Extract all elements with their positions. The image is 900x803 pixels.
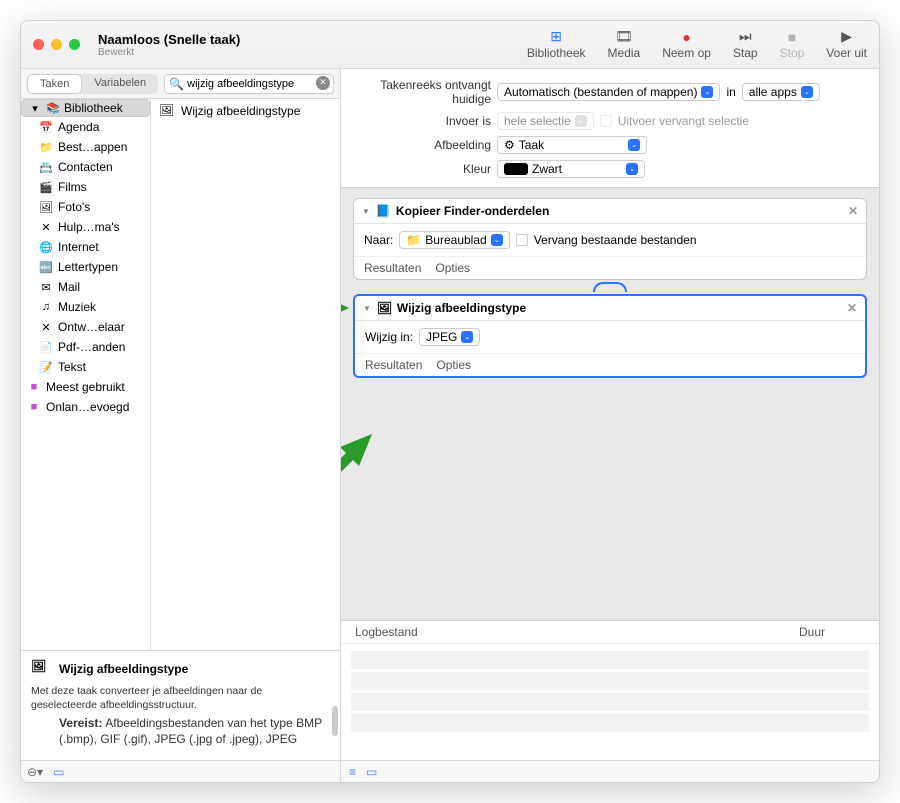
zoom-window[interactable]: [69, 39, 80, 50]
image-select[interactable]: ⚙ Taak⌄: [497, 136, 647, 154]
lib-mail[interactable]: ✉Mail: [21, 277, 150, 297]
tab-segment[interactable]: Taken Variabelen: [27, 74, 158, 94]
replace-checkbox[interactable]: [516, 234, 528, 246]
left-footer: ⊖▾ ▭: [21, 760, 340, 782]
toolbar-library[interactable]: ⊞Bibliotheek: [527, 30, 586, 60]
disclosure-icon[interactable]: ▼: [363, 304, 371, 313]
window-controls: [33, 39, 80, 50]
left-panel: Taken Variabelen 🔍 ✕ ▾📚Bibliotheek 📅Agen…: [21, 69, 341, 782]
workflow-canvas[interactable]: ▼📘Kopieer Finder-onderdelen✕ Naar: 📁 Bur…: [341, 188, 879, 620]
gear-icon[interactable]: ⊖▾: [27, 765, 43, 779]
window-subtitle: Bewerkt: [98, 47, 240, 58]
lib-pdf[interactable]: 📄Pdf-…anden: [21, 337, 150, 357]
workflow-panel: Takenreeks ontvangt huidige Automatisch …: [341, 69, 879, 782]
list-view-icon[interactable]: ≡: [349, 765, 356, 779]
scrollbar[interactable]: [332, 706, 338, 736]
minimize-window[interactable]: [51, 39, 62, 50]
tab-actions[interactable]: Taken: [27, 74, 82, 94]
log-row: [351, 672, 869, 690]
library-icon: ⊞: [547, 30, 565, 44]
window-title: Naamloos (Snelle taak): [98, 32, 240, 47]
toolbar-record[interactable]: ●Neem op: [662, 30, 711, 60]
annotation-arrow-icon: [341, 428, 376, 518]
lib-muziek[interactable]: ♫Muziek: [21, 297, 150, 317]
step-icon: ⏭: [736, 30, 754, 44]
results-button[interactable]: Resultaten: [364, 261, 421, 275]
tab-bar: Taken Variabelen 🔍 ✕: [21, 69, 340, 99]
lib-internet[interactable]: 🌐Internet: [21, 237, 150, 257]
lib-contacten[interactable]: 📇Contacten: [21, 157, 150, 177]
finder-icon: 📘: [376, 204, 390, 218]
toolbar-step[interactable]: ⏭Stap: [733, 30, 758, 60]
clear-search-icon[interactable]: ✕: [316, 76, 330, 90]
lib-films[interactable]: 🎬Films: [21, 177, 150, 197]
preview-icon: 🖼: [31, 659, 51, 679]
lib-bestappen[interactable]: 📁Best…appen: [21, 137, 150, 157]
log-row: [351, 651, 869, 669]
stop-icon: ■: [783, 30, 801, 44]
lib-tekst[interactable]: 📝Tekst: [21, 357, 150, 377]
annotation-arrow-icon: [341, 293, 351, 323]
options-button[interactable]: Opties: [436, 358, 471, 372]
preview-icon: 🖼: [377, 301, 391, 315]
output-replaces-checkbox: [600, 115, 612, 127]
action-copy-finder[interactable]: ▼📘Kopieer Finder-onderdelen✕ Naar: 📁 Bur…: [353, 198, 867, 280]
toolbar-media[interactable]: 🎞Media: [608, 30, 641, 60]
automator-window: Naamloos (Snelle taak) Bewerkt ⊞Biblioth…: [20, 20, 880, 783]
lib-ontwikkelaar[interactable]: ✕Ontw…elaar: [21, 317, 150, 337]
result-wijzig-afbeeldingstype[interactable]: 🖼 Wijzig afbeeldingstype: [151, 99, 340, 123]
action-results[interactable]: 🖼 Wijzig afbeeldingstype: [151, 99, 340, 650]
lib-fotos[interactable]: 🖼Foto's: [21, 197, 150, 217]
app-select[interactable]: alle apps⌄: [742, 83, 820, 101]
toolbar-run[interactable]: ▶Voer uit: [826, 30, 867, 60]
format-select[interactable]: JPEG⌄: [419, 328, 480, 346]
search-input[interactable]: [164, 74, 334, 94]
options-button[interactable]: Opties: [435, 261, 470, 275]
input-is-select: hele selectie⌄: [497, 112, 594, 130]
lib-most-used[interactable]: ■Meest gebruikt: [21, 377, 150, 397]
tab-variables[interactable]: Variabelen: [82, 74, 158, 94]
log-row: [351, 693, 869, 711]
results-button[interactable]: Resultaten: [365, 358, 422, 372]
input-type-select[interactable]: Automatisch (bestanden of mappen)⌄: [497, 83, 720, 101]
titlebar: Naamloos (Snelle taak) Bewerkt ⊞Biblioth…: [21, 21, 879, 69]
workflow-config: Takenreeks ontvangt huidige Automatisch …: [341, 69, 879, 188]
search-icon: 🔍: [169, 77, 184, 91]
disclosure-icon[interactable]: ▼: [362, 207, 370, 216]
toolbar: ⊞Bibliotheek 🎞Media ●Neem op ⏭Stap ■Stop…: [527, 30, 867, 60]
library-root[interactable]: ▾📚Bibliotheek: [21, 99, 150, 117]
preview-icon: 🖼: [159, 103, 175, 119]
toolbar-stop: ■Stop: [780, 30, 805, 60]
action-description: 🖼Wijzig afbeeldingstype Met deze taak co…: [21, 650, 340, 760]
log-row: [351, 714, 869, 732]
destination-select[interactable]: 📁 Bureaublad⌄: [399, 231, 509, 249]
lib-hulpmas[interactable]: ✕Hulp…ma's: [21, 217, 150, 237]
media-icon: 🎞: [615, 30, 633, 44]
lib-recently-added[interactable]: ■Onlan…evoegd: [21, 397, 150, 417]
search-field[interactable]: 🔍 ✕: [164, 74, 334, 94]
action-change-image-type[interactable]: ▼🖼Wijzig afbeeldingstype✕ Wijzig in: JPE…: [353, 294, 867, 378]
library-list[interactable]: ▾📚Bibliotheek 📅Agenda 📁Best…appen 📇Conta…: [21, 99, 151, 650]
record-icon: ●: [678, 30, 696, 44]
log-rows[interactable]: [341, 644, 879, 760]
lib-lettertypen[interactable]: 🔤Lettertypen: [21, 257, 150, 277]
close-action-icon[interactable]: ✕: [848, 204, 858, 218]
grid-view-icon[interactable]: ▭: [366, 765, 377, 779]
close-window[interactable]: [33, 39, 44, 50]
log-panel: LogbestandDuur: [341, 620, 879, 760]
lib-agenda[interactable]: 📅Agenda: [21, 117, 150, 137]
chevron-down-icon: ▾: [28, 101, 42, 115]
color-select[interactable]: Zwart⌄: [497, 160, 645, 178]
right-footer: ≡ ▭: [341, 760, 879, 782]
view-icon[interactable]: ▭: [53, 765, 64, 779]
library-folder-icon: 📚: [46, 101, 60, 115]
play-icon: ▶: [838, 30, 856, 44]
close-action-icon[interactable]: ✕: [847, 301, 857, 315]
connector-icon: [353, 282, 867, 292]
